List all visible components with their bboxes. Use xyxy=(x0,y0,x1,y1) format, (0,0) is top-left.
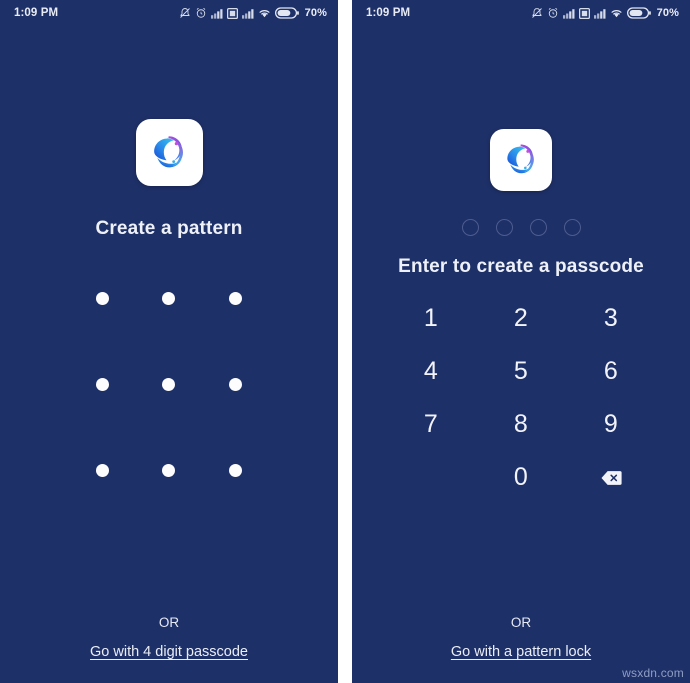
or-separator-label: OR xyxy=(510,615,532,630)
pattern-dot-6[interactable] xyxy=(202,341,269,427)
pattern-dot-3[interactable] xyxy=(202,255,269,341)
passcode-heading: Enter to create a passcode xyxy=(398,256,644,277)
keypad-key-6[interactable]: 6 xyxy=(566,345,656,398)
pin-dot-1 xyxy=(461,219,479,236)
pattern-dot-9[interactable] xyxy=(202,427,269,513)
sim-card-icon xyxy=(578,7,590,19)
battery-icon xyxy=(274,7,299,19)
alarm-icon xyxy=(195,7,207,19)
keypad-key-3[interactable]: 3 xyxy=(566,292,656,345)
keypad-key-4[interactable]: 4 xyxy=(386,345,476,398)
or-separator-label: OR xyxy=(158,615,180,630)
pattern-dot-8[interactable] xyxy=(136,427,203,513)
keypad-key-8[interactable]: 8 xyxy=(476,398,566,451)
mute-icon xyxy=(531,7,543,19)
status-bar: 1:09 PM 70% xyxy=(0,0,338,26)
signal-sim1-icon xyxy=(562,8,575,19)
pattern-dot-grid[interactable] xyxy=(69,255,269,513)
passcode-lock-screen: 1:09 PM 70% Enter to create a passcode 1… xyxy=(352,0,690,683)
backspace-icon xyxy=(600,470,622,486)
pattern-dot-5[interactable] xyxy=(136,341,203,427)
pattern-dot-2[interactable] xyxy=(136,255,203,341)
signal-sim2-icon xyxy=(593,8,606,19)
watermark-label: wsxdn.com xyxy=(622,666,684,680)
keypad-key-7[interactable]: 7 xyxy=(386,398,476,451)
keypad-key-9[interactable]: 9 xyxy=(566,398,656,451)
status-bar-icons: 70% xyxy=(531,7,679,19)
pin-dot-2 xyxy=(495,219,513,236)
status-bar: 1:09 PM 70% xyxy=(352,0,690,26)
signal-sim2-icon xyxy=(241,8,254,19)
pattern-dot-glyph xyxy=(162,377,176,391)
mute-icon xyxy=(179,7,191,19)
sim-card-icon xyxy=(226,7,238,19)
app-logo xyxy=(490,129,552,191)
pattern-dot-7[interactable] xyxy=(69,427,136,513)
wifi-icon xyxy=(258,8,271,19)
battery-icon xyxy=(626,7,651,19)
pin-dot-3 xyxy=(529,219,547,236)
go-with-passcode-link[interactable]: Go with 4 digit passcode xyxy=(90,644,248,660)
signal-sim1-icon xyxy=(210,8,223,19)
pattern-dot-glyph xyxy=(95,463,109,477)
pattern-lock-screen: 1:09 PM 70% Create a pattern OR Go with … xyxy=(0,0,338,683)
pattern-dot-glyph xyxy=(229,377,243,391)
pattern-footer: OR Go with 4 digit passcode xyxy=(0,615,338,661)
status-bar-clock: 1:09 PM xyxy=(366,7,411,19)
go-with-pattern-link[interactable]: Go with a pattern lock xyxy=(451,644,591,660)
pattern-heading: Create a pattern xyxy=(95,218,243,239)
pattern-dot-glyph xyxy=(162,291,176,305)
status-bar-icons: 70% xyxy=(179,7,327,19)
pattern-dot-glyph xyxy=(95,377,109,391)
pin-dot-4 xyxy=(563,219,581,236)
keypad-key-1[interactable]: 1 xyxy=(386,292,476,345)
status-bar-clock: 1:09 PM xyxy=(14,7,59,19)
keypad-key-backspace[interactable] xyxy=(566,451,656,504)
app-logo xyxy=(135,119,203,186)
battery-percent-label: 70% xyxy=(304,7,327,19)
pattern-dot-1[interactable] xyxy=(69,255,136,341)
pattern-dot-4[interactable] xyxy=(69,341,136,427)
passcode-footer: OR Go with a pattern lock xyxy=(352,615,690,661)
pattern-dot-glyph xyxy=(95,291,109,305)
wifi-icon xyxy=(610,8,623,19)
battery-percent-label: 70% xyxy=(656,7,679,19)
alarm-icon xyxy=(547,7,559,19)
passcode-indicator xyxy=(352,219,690,236)
app-logo-container xyxy=(0,119,338,186)
keypad-key-5[interactable]: 5 xyxy=(476,345,566,398)
pattern-dot-glyph xyxy=(229,463,243,477)
keypad-key-0[interactable]: 0 xyxy=(476,451,566,504)
pattern-dot-glyph xyxy=(162,463,176,477)
app-logo-container xyxy=(352,129,690,191)
pattern-dot-glyph xyxy=(229,291,243,305)
screenshot-root: 1:09 PM 70% Create a pattern OR Go with … xyxy=(0,0,690,683)
keypad-key-2[interactable]: 2 xyxy=(476,292,566,345)
numeric-keypad: 1 2 3 4 5 6 7 8 9 0 xyxy=(386,292,656,504)
